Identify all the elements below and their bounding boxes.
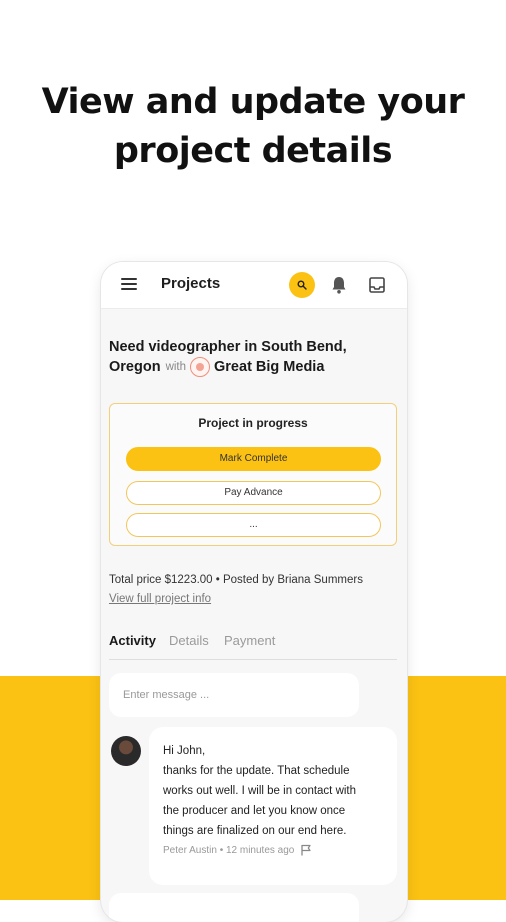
message-input[interactable] [109,673,359,717]
search-icon [297,280,307,290]
headline-line-2: project details [113,131,393,171]
page-title: Projects [161,275,221,292]
message-line: the producer and let you know once [163,805,346,817]
message-text: Hi John, thanks for the update. That sch… [163,741,385,841]
phone-screen: Projects Need videographer in South Bend… [101,262,407,922]
message-line: thanks for the update. That schedule [163,765,350,777]
pay-advance-button[interactable]: Pay Advance [126,481,381,505]
project-summary: Total price $1223.00 • Posted by Briana … [109,574,363,586]
tab-activity[interactable]: Activity [109,633,156,648]
flag-icon[interactable] [300,844,312,856]
next-message-bubble [109,893,359,922]
with-label: with [165,361,187,373]
project-status-card: Project in progress Mark Complete Pay Ad… [109,403,397,546]
app-bar: Projects [101,262,407,309]
more-actions-button[interactable]: ... [126,513,381,537]
tab-bar: Activity Details Payment [109,633,397,660]
message-bubble: Hi John, thanks for the update. That sch… [149,727,397,885]
marketing-headline: View and update your project details [0,78,506,176]
project-title-line-1: Need videographer in South Bend, [109,339,347,355]
message-line: Hi John, [163,745,206,757]
menu-icon[interactable] [121,278,137,290]
avatar [111,736,141,766]
headline-line-1: View and update your [41,82,465,122]
tab-payment[interactable]: Payment [224,633,275,648]
view-project-info-link[interactable]: View full project info [109,593,211,605]
project-title-line-2: Oregon with Great Big Media [109,357,399,377]
bell-icon[interactable] [330,275,348,295]
message-line: things are finalized on our end here. [163,825,347,837]
tab-details[interactable]: Details [169,633,209,648]
mark-complete-button[interactable]: Mark Complete [126,447,381,471]
search-button[interactable] [289,272,315,298]
company-logo [190,357,211,377]
inbox-icon[interactable] [368,276,386,294]
message-author-time: Peter Austin • 12 minutes ago [163,844,295,856]
message-meta: Peter Austin • 12 minutes ago [163,844,312,856]
company-name[interactable]: Great Big Media [214,357,324,377]
project-title: Need videographer in South Bend, Oregon … [109,337,399,377]
status-title: Project in progress [198,416,308,430]
message-line: works out well. I will be in contact wit… [163,785,357,797]
project-location: Oregon [109,359,161,375]
